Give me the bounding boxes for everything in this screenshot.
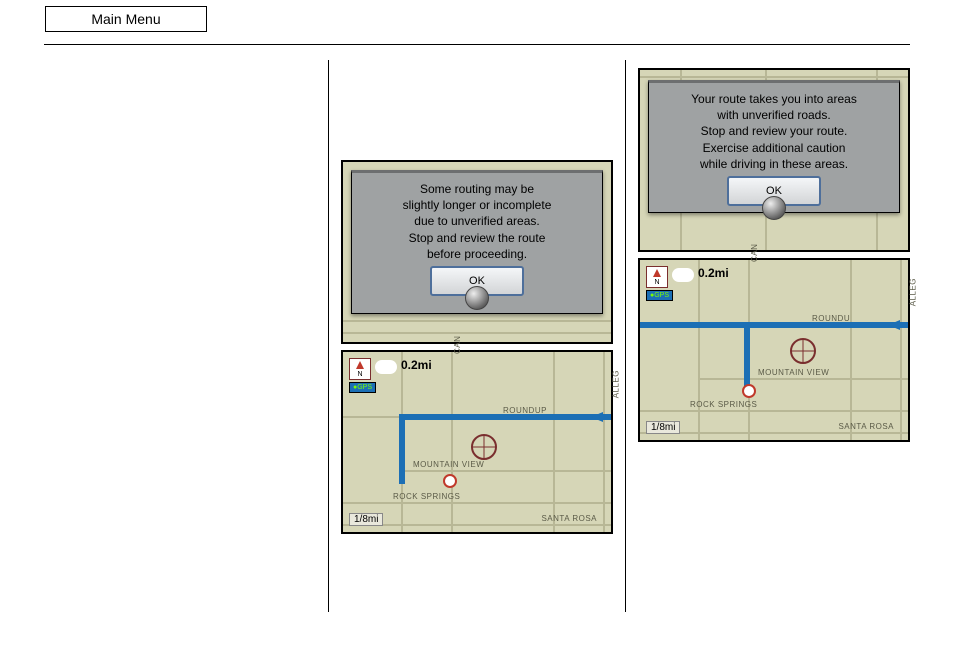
dialog-line: Your route takes you into areas [657,91,891,107]
destination-icon [443,474,457,488]
road-line [553,352,555,532]
distance-badge: 0.2mi [698,266,729,280]
dialog-line: slightly longer or incomplete [360,197,594,213]
road-label-roundup: ROUNDUP [503,406,547,415]
scale-badge: 1/8mi [646,421,680,434]
vehicle-crosshair-icon [471,434,497,460]
compass-icon[interactable]: N [349,358,371,380]
column-3: Your route takes you into areas with unv… [638,60,910,612]
column-2: Some routing may be slightly longer or i… [341,60,613,612]
ok-button[interactable]: OK [727,176,821,206]
road-line [343,332,611,334]
road-line [401,470,611,472]
cloud-icon [375,360,397,374]
map-background: ROUNDU MOUNTAIN VIEW ROCK SPRINGS SANTA … [640,260,908,440]
dialog-line: Exercise additional caution [657,140,891,156]
dialog-line: Stop and review your route. [657,123,891,139]
caution-dialog: Some routing may be slightly longer or i… [351,170,603,314]
distance-badge: 0.2mi [401,358,432,372]
gps-badge: ●GPS [349,382,376,393]
ok-button-row: OK [352,264,602,302]
screenshot-dialog-unverified-areas: Some routing may be slightly longer or i… [341,160,613,344]
road-label-rock-springs: ROCK SPRINGS [393,492,460,501]
road-line [451,352,453,532]
compass-icon[interactable]: N [646,266,668,288]
road-line [603,352,605,532]
road-label-can: CAN [453,336,462,354]
screenshot-dialog-unverified-roads: Your route takes you into areas with unv… [638,68,910,252]
road-line [698,378,908,380]
route-arrow-icon [888,320,900,330]
route-line [744,322,750,392]
dialog-line: before proceeding. [360,246,594,262]
column-1 [44,60,316,612]
ok-knob-icon [762,196,786,220]
road-line [343,502,611,504]
cloud-icon [672,268,694,282]
main-menu-box: Main Menu [45,6,207,32]
road-label-alleg: ALLEG [908,278,917,306]
road-label-alleg: ALLEG [611,370,620,398]
dialog-line: due to unverified areas. [360,213,594,229]
road-label-rock-springs: ROCK SPRINGS [690,400,757,409]
dialog-line: Stop and review the route [360,230,594,246]
scale-badge: 1/8mi [349,513,383,526]
map-background: ROUNDUP MOUNTAIN VIEW ROCK SPRINGS SANTA… [343,352,611,532]
road-line [698,260,700,440]
road-label-roundup: ROUNDU [812,314,850,323]
dialog-line: Some routing may be [360,181,594,197]
road-label-can: CAN [750,244,759,262]
ok-button-row: OK [649,174,899,212]
dialog-line: while driving in these areas. [657,156,891,172]
road-line [900,260,902,440]
road-line [343,320,611,322]
route-line [640,322,908,328]
column-divider-2 [625,60,626,612]
road-line [850,260,852,440]
gps-badge: ●GPS [646,290,673,301]
destination-icon [742,384,756,398]
road-label-santa-rosa: SANTA ROSA [838,422,894,431]
screenshot-map-route-off: ROUNDUP MOUNTAIN VIEW ROCK SPRINGS SANTA… [341,350,613,534]
road-line [640,76,908,78]
dialog-text: Some routing may be slightly longer or i… [352,173,602,264]
header-rule [44,44,910,45]
compass-letter: N [654,279,659,286]
compass-letter: N [357,371,362,378]
vehicle-crosshair-icon [790,338,816,364]
screenshot-map-route-on: ROUNDU MOUNTAIN VIEW ROCK SPRINGS SANTA … [638,258,910,442]
dialog-text: Your route takes you into areas with unv… [649,83,899,174]
ok-button[interactable]: OK [430,266,524,296]
route-arrow-icon [591,412,603,422]
dialog-line: with unverified roads. [657,107,891,123]
ok-knob-icon [465,286,489,310]
caution-dialog: Your route takes you into areas with unv… [648,80,900,213]
columns: Some routing may be slightly longer or i… [44,60,910,612]
road-label-mountain-view: MOUNTAIN VIEW [413,460,484,469]
column-divider-1 [328,60,329,612]
route-line [399,414,405,484]
road-line [640,410,908,412]
main-menu-label: Main Menu [91,11,160,27]
road-label-santa-rosa: SANTA ROSA [541,514,597,523]
road-label-mountain-view: MOUNTAIN VIEW [758,368,829,377]
